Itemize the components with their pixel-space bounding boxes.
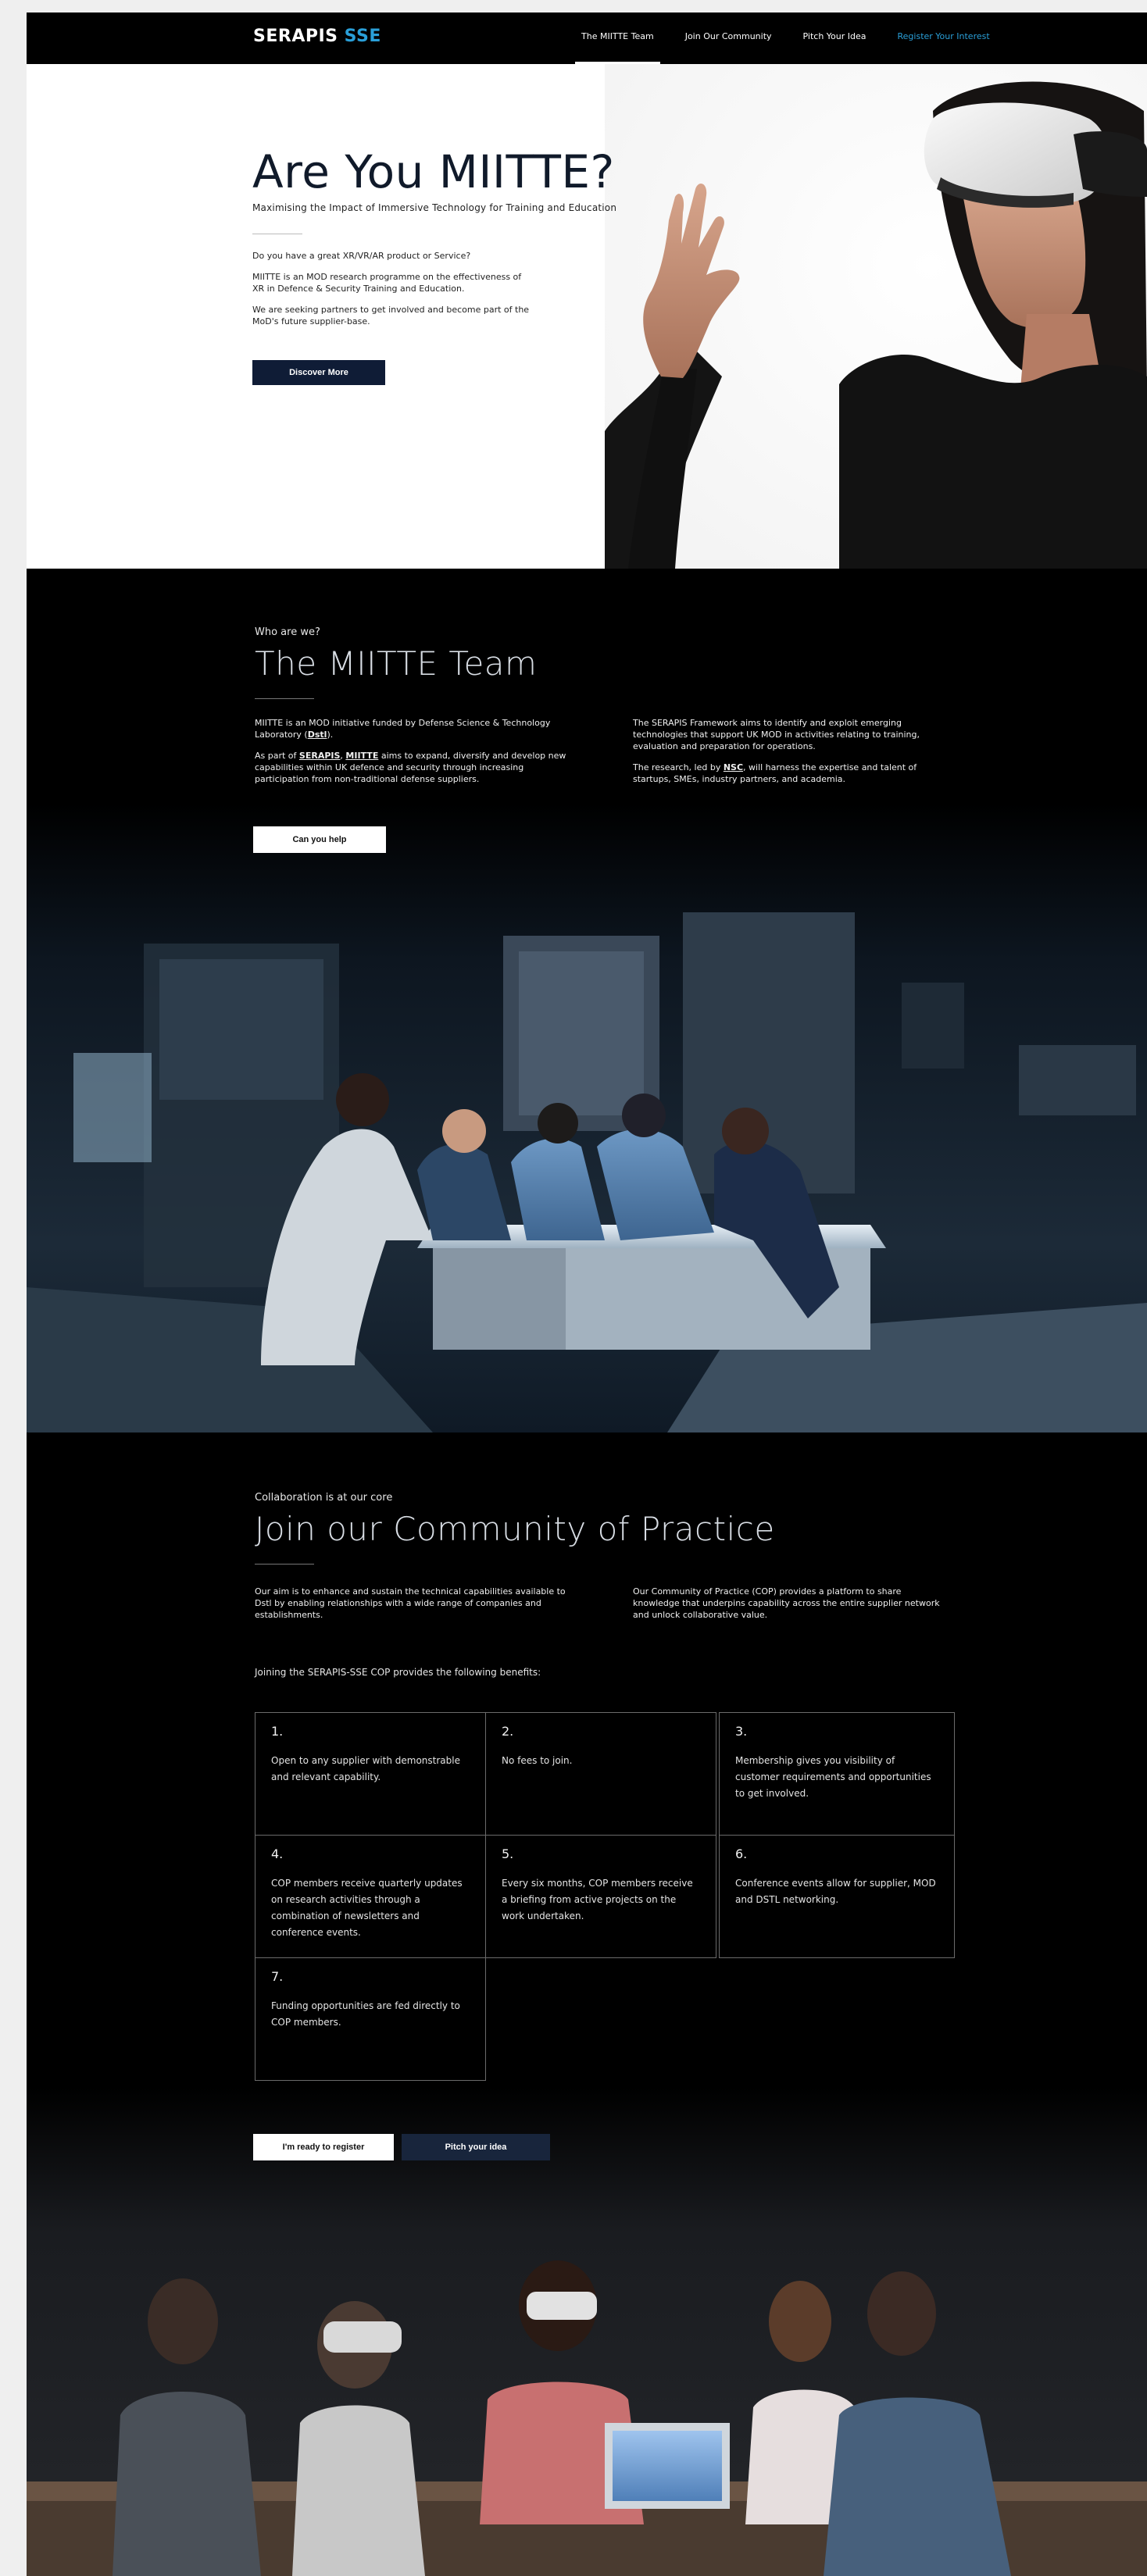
benefit-card: 4. COP members receive quarterly updates… <box>255 1835 486 1958</box>
miitte-link[interactable]: MIITTE <box>345 751 378 761</box>
team-section: Who are we? The MIITTE Team MIITTE is an… <box>27 569 1147 1432</box>
benefit-number: 5. <box>502 1846 514 1861</box>
hero-paragraph-3: We are seeking partners to get involved … <box>252 304 530 326</box>
logo-main: SERAPIS <box>253 27 338 46</box>
team-left-p1-end: ). <box>327 730 334 740</box>
nav-link-miitte-team[interactable]: The MIITTE Team <box>566 12 670 64</box>
dstl-link[interactable]: Dstl <box>308 730 327 740</box>
team-left-column: MIITTE is an MOD initiative funded by De… <box>255 717 567 785</box>
team-right-p2-text: The research, led by <box>633 762 724 772</box>
nav-link-join-community[interactable]: Join Our Community <box>670 12 788 64</box>
page: SERAPIS SSE The MIITTE Team Join Our Com… <box>27 12 1147 2576</box>
community-divider <box>255 1564 314 1565</box>
team-title: The MIITTE Team <box>255 644 538 683</box>
benefit-text: No fees to join. <box>502 1755 573 1766</box>
benefit-card: 2. No fees to join. <box>485 1712 716 1836</box>
hero-title: Are You MIITTE? <box>252 145 615 198</box>
benefit-number: 1. <box>271 1724 284 1739</box>
benefit-card: 1. Open to any supplier with demonstrabl… <box>255 1712 486 1836</box>
community-heading: Collaboration is at our core Join our Co… <box>255 1492 775 1565</box>
community-kicker: Collaboration is at our core <box>255 1492 393 1504</box>
community-right-column: Our Community of Practice (COP) provides… <box>633 1586 945 1621</box>
discover-more-button[interactable]: Discover More <box>252 359 385 385</box>
team-right-column: The SERAPIS Framework aims to identify a… <box>633 717 945 785</box>
serapis-link[interactable]: SERAPIS <box>299 751 341 761</box>
top-nav: SERAPIS SSE The MIITTE Team Join Our Com… <box>27 12 1147 64</box>
benefit-card: 5. Every six months, COP members receive… <box>485 1835 716 1958</box>
benefit-text: Every six months, COP members receive a … <box>502 1878 693 1921</box>
benefit-number: 3. <box>735 1724 748 1739</box>
hero-paragraph-1: Do you have a great XR/VR/AR product or … <box>252 250 471 261</box>
benefit-text: COP members receive quarterly updates on… <box>271 1878 463 1938</box>
team-left-paragraph-1: MIITTE is an MOD initiative funded by De… <box>255 717 567 740</box>
hero-paragraph-2: MIITTE is an MOD research programme on t… <box>252 271 522 294</box>
hero-section: Are You MIITTE? Maximising the Impact of… <box>27 64 1147 569</box>
benefit-number: 4. <box>271 1846 284 1861</box>
benefit-card: 3. Membership gives you visibility of cu… <box>719 1712 955 1836</box>
benefit-text: Funding opportunities are fed directly t… <box>271 2000 460 2028</box>
nav-link-pitch-idea[interactable]: Pitch Your Idea <box>788 12 882 64</box>
community-photo <box>27 2087 1147 2576</box>
benefit-text: Conference events allow for supplier, MO… <box>735 1878 936 1905</box>
can-you-help-button[interactable]: Can you help <box>253 826 386 853</box>
benefit-number: 6. <box>735 1846 748 1861</box>
logo-accent: SSE <box>344 27 381 46</box>
pitch-your-idea-button[interactable]: Pitch your idea <box>402 2134 550 2160</box>
team-left-paragraph-2: As part of SERAPIS, MIITTE aims to expan… <box>255 750 567 785</box>
team-left-p1-text: MIITTE is an MOD initiative funded by De… <box>255 718 551 740</box>
community-title: Join our Community of Practice <box>255 1510 775 1548</box>
hero-vr-image <box>605 64 1147 569</box>
nsc-link[interactable]: NSC <box>724 762 743 772</box>
team-heading: Who are we? The MIITTE Team <box>255 626 537 699</box>
hero-text: Are You MIITTE? Maximising the Impact of… <box>252 148 659 385</box>
benefit-card: 6. Conference events allow for supplier,… <box>719 1835 955 1958</box>
benefits-intro: Joining the SERAPIS-SSE COP provides the… <box>255 1667 541 1678</box>
benefit-text: Open to any supplier with demonstrable a… <box>271 1755 460 1782</box>
team-right-paragraph-1: The SERAPIS Framework aims to identify a… <box>633 718 920 751</box>
hero-subtitle: Maximising the Impact of Immersive Techn… <box>252 202 617 213</box>
community-left-column: Our aim is to enhance and sustain the te… <box>255 1586 567 1621</box>
nav-links: The MIITTE Team Join Our Community Pitch… <box>566 12 1006 64</box>
benefit-card: 7. Funding opportunities are fed directl… <box>255 1957 486 2081</box>
benefit-number: 7. <box>271 1969 284 1984</box>
team-divider <box>255 698 314 699</box>
team-right-paragraph-2: The research, led by NSC, will harness t… <box>633 762 945 785</box>
logo[interactable]: SERAPIS SSE <box>253 27 381 46</box>
team-kicker: Who are we? <box>255 626 320 638</box>
nav-link-register-interest[interactable]: Register Your Interest <box>882 12 1006 64</box>
community-left-paragraph: Our aim is to enhance and sustain the te… <box>255 1586 566 1620</box>
team-photo <box>27 803 1147 1432</box>
ready-to-register-button[interactable]: I'm ready to register <box>253 2134 394 2160</box>
benefit-number: 2. <box>502 1724 514 1739</box>
team-left-p2-text: As part of <box>255 751 299 761</box>
community-section: Collaboration is at our core Join our Co… <box>27 1439 1147 2576</box>
benefit-text: Membership gives you visibility of custo… <box>735 1755 931 1799</box>
community-right-paragraph: Our Community of Practice (COP) provides… <box>633 1586 940 1620</box>
